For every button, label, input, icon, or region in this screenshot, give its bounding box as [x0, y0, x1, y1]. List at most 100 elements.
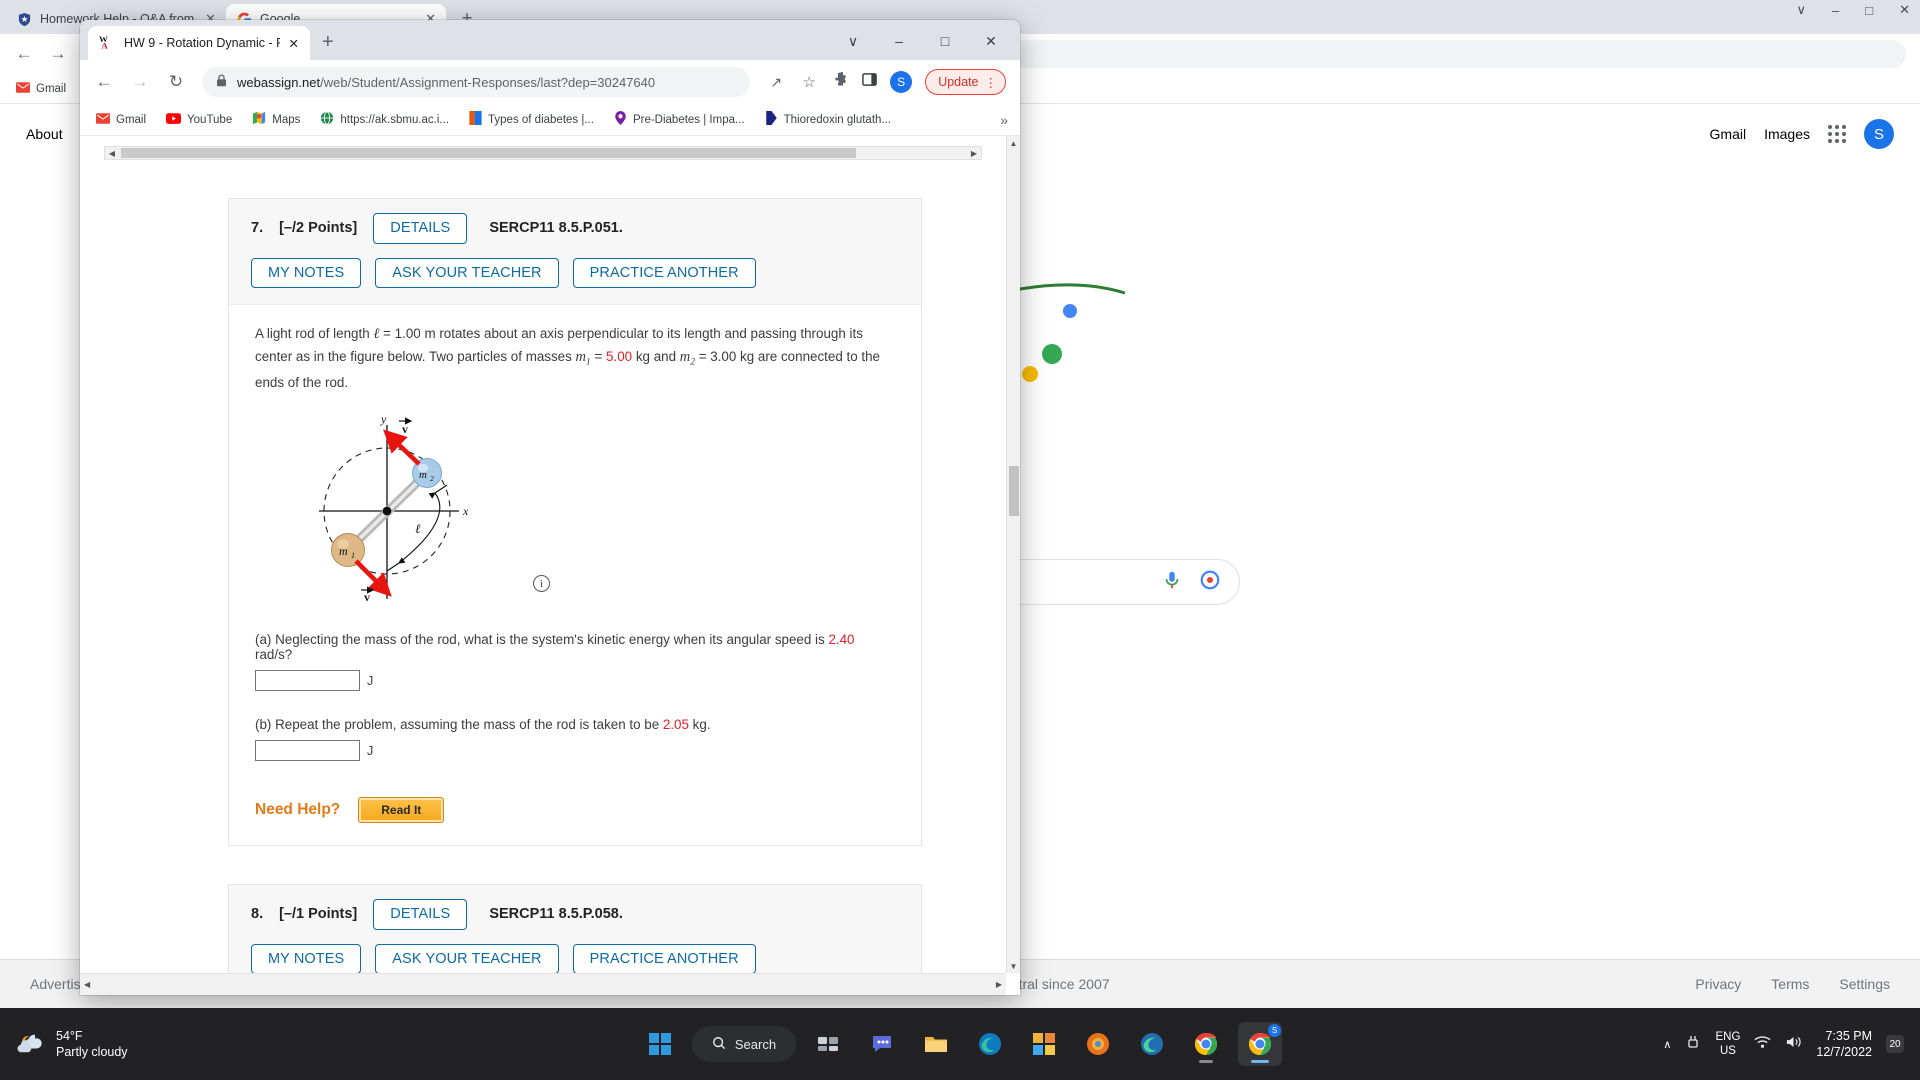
- practice-another-button[interactable]: PRACTICE ANOTHER: [572, 943, 756, 973]
- microphone-icon[interactable]: [1161, 569, 1183, 596]
- update-label: Update: [938, 75, 979, 89]
- question-8-header: 8. [–/1 Points] DETAILS SERCP11 8.5.P.05…: [229, 885, 921, 973]
- task-view-icon[interactable]: [806, 1022, 850, 1066]
- back-arrow-icon[interactable]: ←: [14, 44, 34, 64]
- maximize-button[interactable]: □: [922, 28, 968, 54]
- bookmark-label: Pre-Diabetes | Impa...: [632, 113, 745, 126]
- chrome-profile-icon[interactable]: S: [1238, 1022, 1283, 1066]
- profile-avatar[interactable]: S: [890, 71, 913, 93]
- bookmark-types-of-diabetes[interactable]: Types of diabetes |...: [469, 111, 594, 128]
- part-b-answer-input[interactable]: [255, 740, 360, 762]
- ask-your-teacher-button[interactable]: ASK YOUR TEACHER: [375, 257, 559, 288]
- practice-another-button[interactable]: PRACTICE ANOTHER: [572, 257, 756, 288]
- bookmark-pre-diabetes[interactable]: Pre-Diabetes | Impa...: [614, 111, 745, 128]
- plug-icon[interactable]: [1685, 1034, 1701, 1055]
- taskbar-search-button[interactable]: Search: [691, 1026, 797, 1062]
- bookmark-youtube[interactable]: YouTube: [166, 112, 232, 127]
- back-arrow-icon[interactable]: ←: [94, 72, 114, 92]
- my-notes-button[interactable]: MY NOTES: [251, 257, 362, 288]
- svg-text:v: v: [402, 422, 408, 436]
- forward-arrow-icon[interactable]: →: [48, 44, 68, 64]
- details-button[interactable]: DETAILS: [373, 213, 468, 244]
- scroll-left-arrow-icon[interactable]: ◀: [105, 149, 119, 158]
- question-7-part-b: (b) Repeat the problem, assuming the mas…: [255, 717, 895, 732]
- bookmark-maps[interactable]: Maps: [252, 111, 300, 128]
- question-code: SERCP11 8.5.P.058.: [489, 906, 623, 923]
- google-lens-icon[interactable]: [1199, 569, 1221, 596]
- footer-settings-link[interactable]: Settings: [1839, 976, 1890, 992]
- minimize-button[interactable]: –: [876, 28, 922, 54]
- scroll-down-arrow-icon[interactable]: ▼: [1007, 959, 1020, 973]
- google-images-link[interactable]: Images: [1764, 126, 1810, 142]
- webassign-chrome-window[interactable]: WA HW 9 - Rotation Dynamic - PHYS ✕ + ∨ …: [80, 20, 1020, 995]
- maximize-button[interactable]: □: [1865, 3, 1873, 18]
- vertical-scrollbar-thumb[interactable]: [1009, 466, 1019, 516]
- puzzle-piece-icon[interactable]: [832, 71, 849, 93]
- edge-dev-icon[interactable]: [1130, 1022, 1174, 1066]
- scroll-right-arrow-icon[interactable]: ▶: [996, 980, 1002, 989]
- google-gmail-link[interactable]: Gmail: [1710, 126, 1747, 142]
- scroll-left-arrow-icon[interactable]: ◀: [84, 980, 90, 989]
- scroll-right-arrow-icon[interactable]: ▶: [967, 149, 981, 158]
- question-card-8: 8. [–/1 Points] DETAILS SERCP11 8.5.P.05…: [228, 884, 922, 973]
- google-about-link[interactable]: About: [26, 126, 63, 142]
- figure-container: x y m 1 m 2 v v ℓ i: [255, 411, 895, 606]
- microsoft-store-icon[interactable]: [1022, 1022, 1066, 1066]
- svg-text:2: 2: [430, 474, 434, 483]
- firefox-icon[interactable]: [1076, 1022, 1120, 1066]
- close-icon[interactable]: ✕: [289, 36, 299, 51]
- notification-badge[interactable]: 20: [1886, 1035, 1904, 1053]
- my-notes-button[interactable]: MY NOTES: [251, 943, 362, 973]
- update-button[interactable]: Update ⋮: [925, 69, 1006, 95]
- info-icon[interactable]: i: [533, 575, 550, 593]
- reload-icon[interactable]: ↻: [166, 72, 186, 92]
- chrome-icon[interactable]: [1184, 1022, 1228, 1066]
- wifi-icon[interactable]: [1754, 1035, 1771, 1054]
- volume-icon[interactable]: [1785, 1035, 1802, 1054]
- share-icon[interactable]: ↗: [766, 74, 786, 91]
- side-panel-icon[interactable]: [862, 72, 877, 92]
- scroll-up-arrow-icon[interactable]: ▲: [1007, 136, 1020, 150]
- windows-start-icon[interactable]: [638, 1022, 682, 1066]
- front-tab-webassign[interactable]: WA HW 9 - Rotation Dynamic - PHYS ✕: [88, 26, 310, 60]
- bookmark-star-icon[interactable]: ☆: [799, 73, 819, 91]
- chevron-down-icon[interactable]: ∨: [1796, 2, 1806, 18]
- question-number: 7.: [251, 220, 264, 237]
- details-button[interactable]: DETAILS: [373, 899, 468, 930]
- bookmark-gmail[interactable]: Gmail: [96, 112, 146, 127]
- footer-terms-link[interactable]: Terms: [1771, 976, 1809, 992]
- bookmark-thioredoxin[interactable]: Thioredoxin glutath...: [765, 111, 891, 128]
- close-window-button[interactable]: ✕: [1899, 2, 1910, 18]
- ask-your-teacher-button[interactable]: ASK YOUR TEACHER: [375, 943, 559, 973]
- close-window-button[interactable]: ✕: [968, 28, 1014, 54]
- footer-privacy-link[interactable]: Privacy: [1695, 976, 1741, 992]
- apps-grid-icon[interactable]: [1828, 125, 1846, 143]
- chat-teams-icon[interactable]: [860, 1022, 904, 1066]
- file-explorer-icon[interactable]: [914, 1022, 958, 1066]
- read-it-button[interactable]: Read It: [358, 797, 445, 824]
- language-indicator[interactable]: ENG US: [1715, 1030, 1740, 1059]
- edge-icon[interactable]: [968, 1022, 1012, 1066]
- taskbar-weather-widget[interactable]: 54°F Partly cloudy: [0, 1028, 420, 1061]
- inner-horizontal-scrollbar[interactable]: ◀ ▶: [104, 146, 982, 160]
- page-vertical-scrollbar[interactable]: ▲ ▼: [1006, 136, 1020, 973]
- chevron-up-icon[interactable]: ∧: [1663, 1038, 1671, 1051]
- chevron-down-icon[interactable]: ∨: [830, 28, 876, 54]
- bookmark-gmail[interactable]: Gmail: [16, 81, 66, 96]
- part-a-answer-input[interactable]: [255, 670, 360, 692]
- three-dot-menu-icon[interactable]: ⋮: [985, 75, 998, 90]
- page-horizontal-scrollbar[interactable]: ◀ ▶: [80, 973, 1006, 995]
- minimize-button[interactable]: –: [1832, 3, 1839, 18]
- rotating-rod-diagram: x y m 1 m 2 v v ℓ: [319, 412, 469, 604]
- address-bar[interactable]: webassign.net/web/Student/Assignment-Res…: [202, 67, 751, 97]
- taskbar-clock[interactable]: 7:35 PM 12/7/2022: [1816, 1028, 1872, 1061]
- globe-icon: [320, 111, 334, 128]
- forward-arrow-icon[interactable]: →: [130, 72, 150, 92]
- bookmark-label: https://ak.sbmu.ac.i...: [340, 113, 450, 126]
- new-tab-button[interactable]: +: [322, 31, 334, 54]
- bookmark-sbmu[interactable]: https://ak.sbmu.ac.i...: [320, 111, 449, 128]
- avatar[interactable]: S: [1864, 119, 1894, 149]
- bookmarks-overflow-button[interactable]: »: [1000, 112, 1008, 128]
- taskbar-search-label: Search: [734, 1036, 777, 1052]
- scrollbar-thumb[interactable]: [121, 148, 856, 158]
